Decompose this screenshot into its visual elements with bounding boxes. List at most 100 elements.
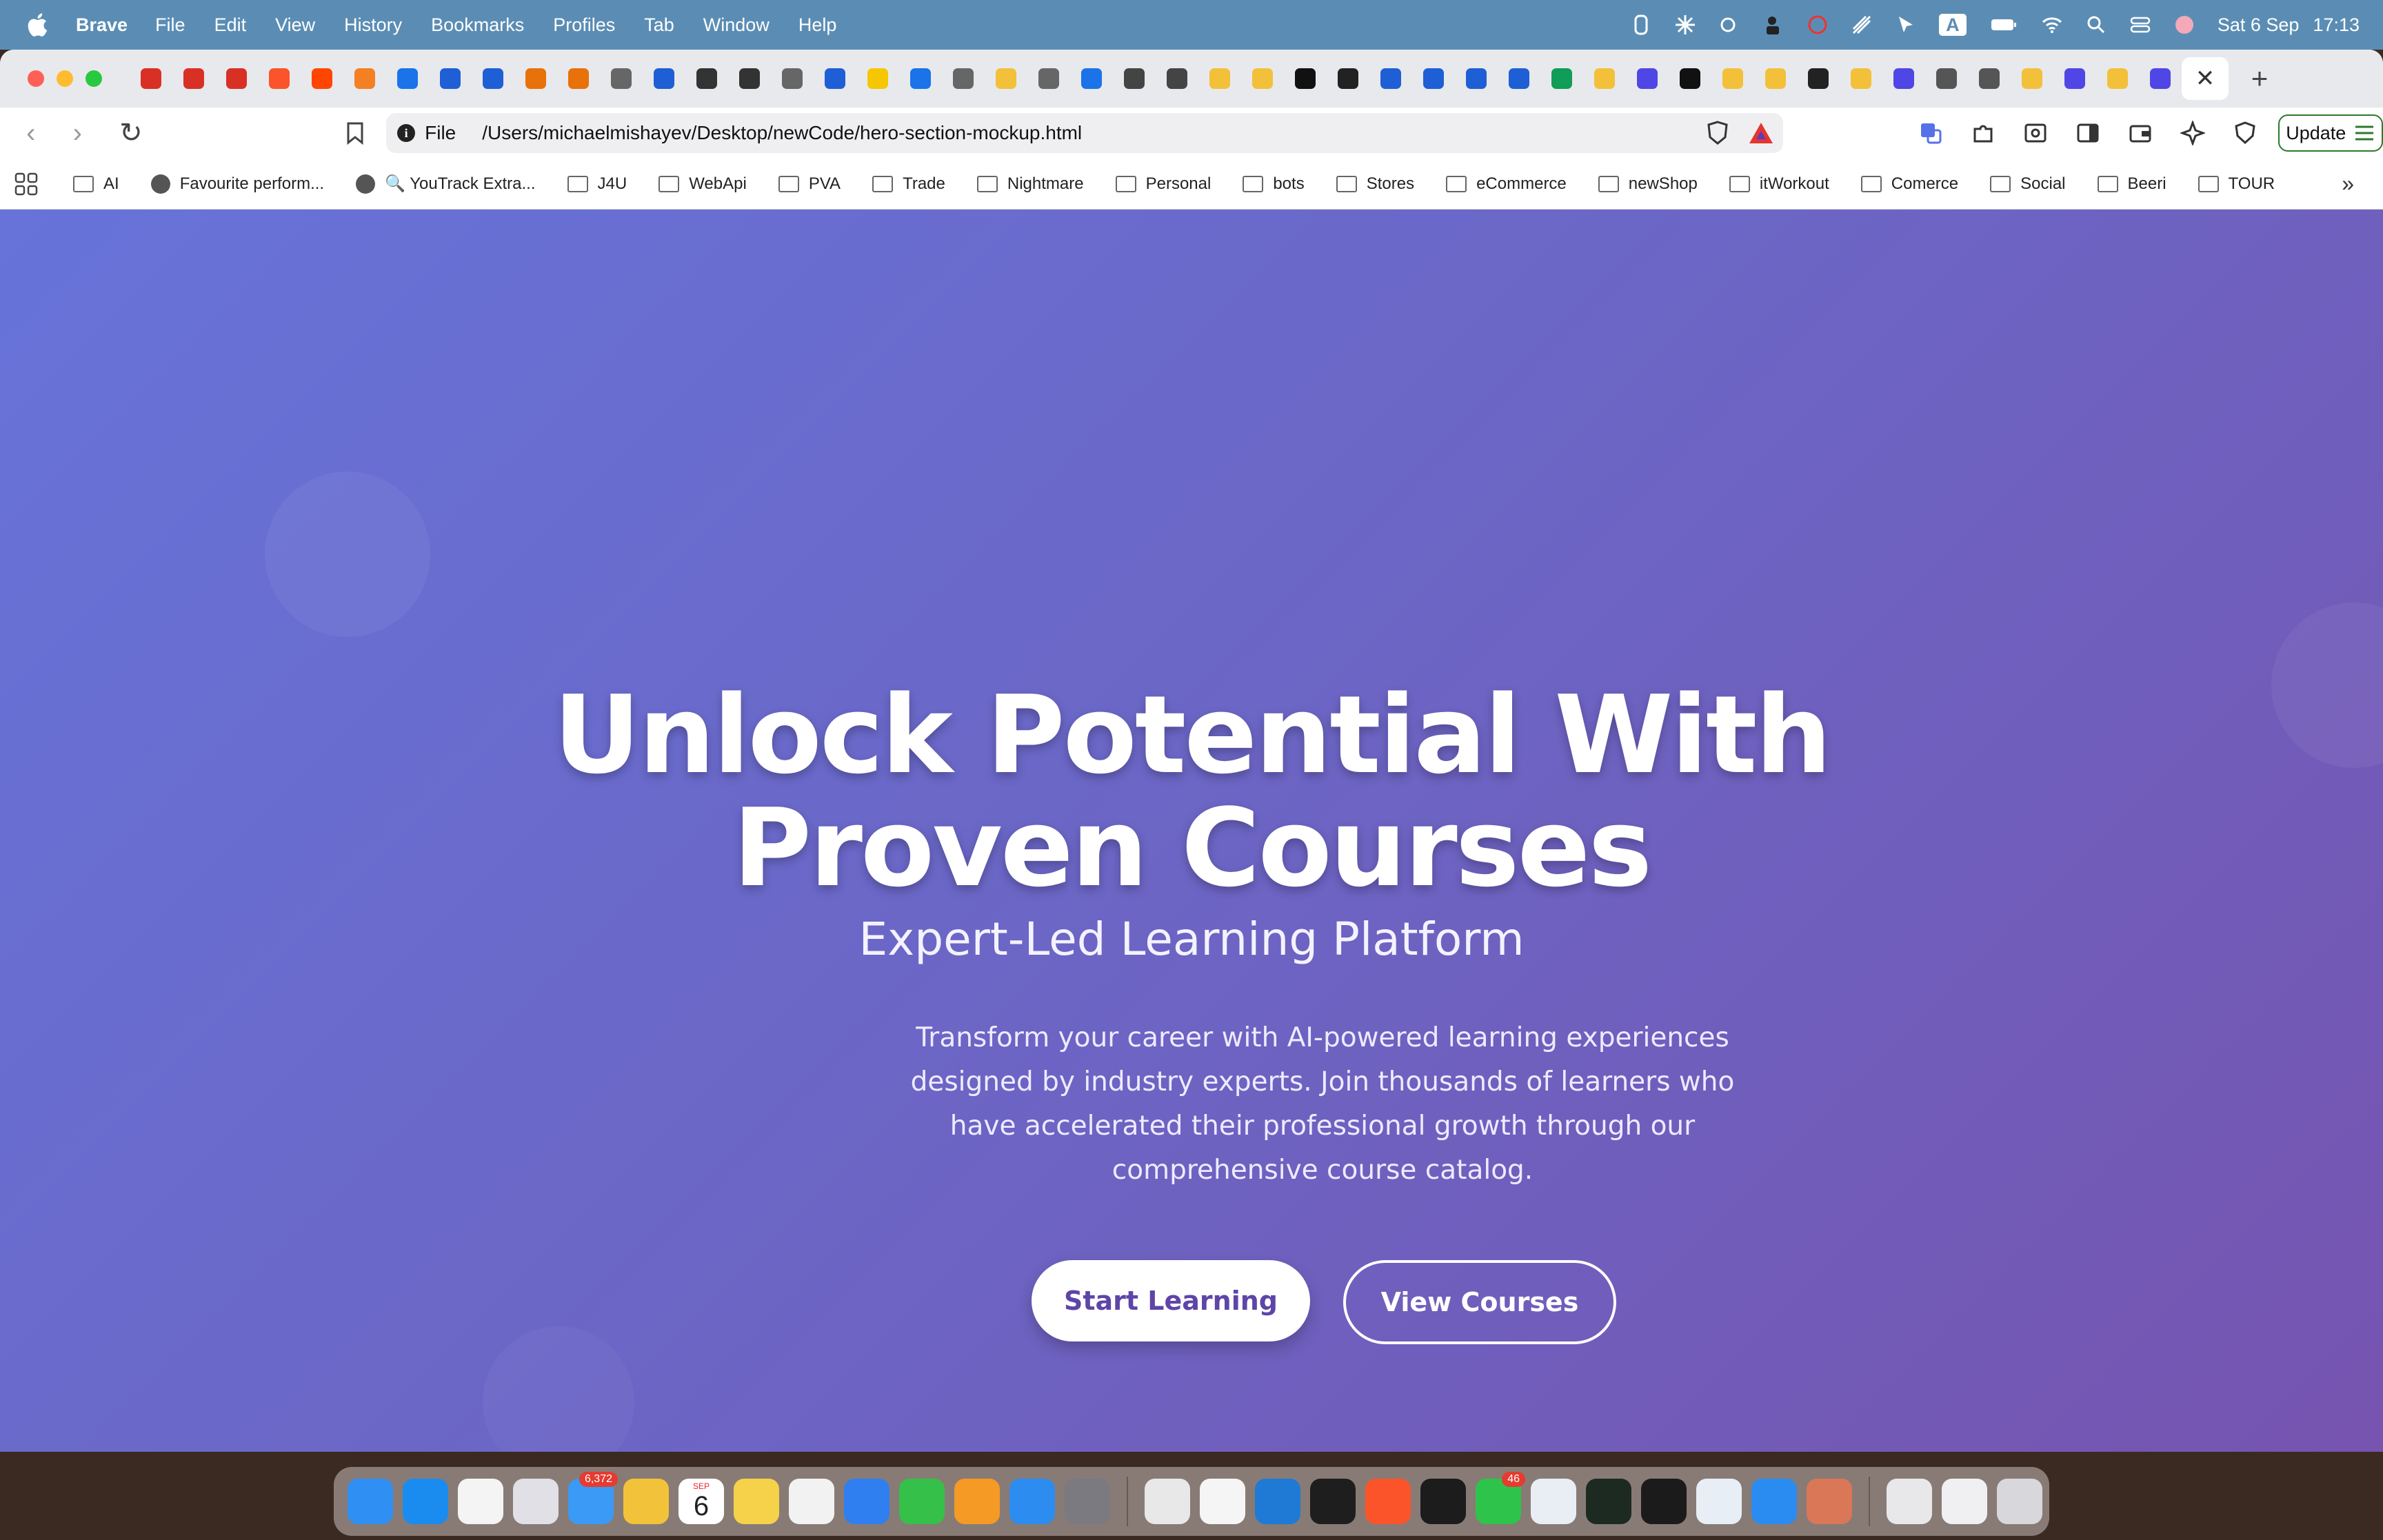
- bookmark-item[interactable]: PVA: [778, 174, 841, 194]
- menu-bookmarks[interactable]: Bookmarks: [431, 14, 524, 36]
- calendar-icon[interactable]: SEP 6: [678, 1479, 724, 1524]
- browser-tab[interactable]: [386, 57, 429, 100]
- menu-history[interactable]: History: [344, 14, 402, 36]
- browser-tab[interactable]: [1198, 57, 1241, 100]
- window-thumbnail-icon[interactable]: [1942, 1479, 1987, 1524]
- menubar-time[interactable]: 17:13: [2313, 14, 2360, 36]
- menu-file[interactable]: File: [155, 14, 185, 36]
- photos-icon[interactable]: [623, 1479, 669, 1524]
- browser-tab[interactable]: [985, 57, 1027, 100]
- browser-tab[interactable]: [1925, 57, 1968, 100]
- browser-tab[interactable]: [899, 57, 942, 100]
- screenshot-icon[interactable]: [2023, 121, 2048, 145]
- bookmark-item[interactable]: 🔍 YouTrack Extra...: [356, 174, 536, 194]
- bookmark-item[interactable]: bots: [1243, 174, 1305, 194]
- browser-tab[interactable]: [2096, 57, 2139, 100]
- menu-help[interactable]: Help: [798, 14, 837, 36]
- weather-status-icon[interactable]: [1718, 14, 1740, 36]
- vpn-shield-icon[interactable]: [2233, 121, 2258, 145]
- browser-tab[interactable]: [942, 57, 985, 100]
- address-bar[interactable]: i File /Users/michaelmishayev/Desktop/ne…: [386, 113, 1783, 153]
- browser-tab[interactable]: [429, 57, 472, 100]
- browser-tab[interactable]: [172, 57, 215, 100]
- window-close-button[interactable]: [28, 70, 44, 87]
- activity-monitor-icon[interactable]: [1586, 1479, 1631, 1524]
- trash-icon[interactable]: [1997, 1479, 2042, 1524]
- browser-tab[interactable]: [258, 57, 301, 100]
- notes-icon[interactable]: [734, 1479, 779, 1524]
- browser-tab[interactable]: [1669, 57, 1711, 100]
- wifi-icon[interactable]: [2041, 14, 2063, 36]
- browser-tab[interactable]: [1027, 57, 1070, 100]
- claude-icon[interactable]: [1807, 1479, 1852, 1524]
- browser-tab[interactable]: [1156, 57, 1198, 100]
- browser-tab[interactable]: [1840, 57, 1882, 100]
- browser-tab[interactable]: [1284, 57, 1327, 100]
- browser-tab[interactable]: [472, 57, 514, 100]
- browser-tab[interactable]: [685, 57, 728, 100]
- numbers-icon[interactable]: [899, 1479, 945, 1524]
- url-text[interactable]: /Users/michaelmishayev/Desktop/newCode/h…: [482, 122, 1082, 144]
- browser-tab[interactable]: [1412, 57, 1455, 100]
- browser-tab[interactable]: [1968, 57, 2011, 100]
- spotlight-search-icon[interactable]: [2085, 14, 2107, 36]
- translate-extension-icon[interactable]: [1918, 121, 1943, 145]
- browser-tab[interactable]: [1882, 57, 1925, 100]
- browser-tab[interactable]: [728, 57, 771, 100]
- postgres-icon[interactable]: [1696, 1479, 1742, 1524]
- menu-window[interactable]: Window: [703, 14, 770, 36]
- vscode-icon[interactable]: [1255, 1479, 1300, 1524]
- browser-tab[interactable]: [1711, 57, 1754, 100]
- menu-profiles[interactable]: Profiles: [553, 14, 615, 36]
- bookmark-item[interactable]: AI: [73, 174, 119, 194]
- browser-tab[interactable]: [1113, 57, 1156, 100]
- view-courses-button[interactable]: View Courses: [1343, 1260, 1616, 1344]
- browser-tab[interactable]: [514, 57, 557, 100]
- docker-icon[interactable]: [1751, 1479, 1797, 1524]
- close-tab-icon[interactable]: ✕: [2195, 65, 2215, 92]
- reload-button[interactable]: ↻: [115, 117, 147, 149]
- browser-tab[interactable]: [1369, 57, 1412, 100]
- battery-icon[interactable]: [1989, 14, 2019, 36]
- browser-tab[interactable]: [1754, 57, 1797, 100]
- browser-tab[interactable]: [2011, 57, 2053, 100]
- sourcetree-icon[interactable]: [1531, 1479, 1576, 1524]
- back-button[interactable]: ‹: [15, 117, 47, 149]
- browser-tab[interactable]: [215, 57, 258, 100]
- app-store-icon[interactable]: [1009, 1479, 1055, 1524]
- user-lock-icon[interactable]: [1762, 14, 1784, 36]
- menu-edit[interactable]: Edit: [214, 14, 247, 36]
- figma-icon[interactable]: [1310, 1479, 1356, 1524]
- browser-tab[interactable]: [2053, 57, 2096, 100]
- bookmark-item[interactable]: Comerce: [1860, 174, 1958, 194]
- browser-tab[interactable]: [814, 57, 856, 100]
- blocked-icon[interactable]: [1807, 14, 1829, 36]
- menu-view[interactable]: View: [275, 14, 315, 36]
- browser-tab[interactable]: [2139, 57, 2182, 100]
- system-settings-icon[interactable]: [1065, 1479, 1110, 1524]
- brave-rewards-icon[interactable]: [1747, 120, 1775, 146]
- input-source-icon[interactable]: A: [1938, 14, 1967, 36]
- figma-status-icon[interactable]: [1630, 14, 1652, 36]
- site-info-icon[interactable]: i: [397, 124, 416, 142]
- forward-button[interactable]: ›: [62, 117, 94, 149]
- bookmark-item[interactable]: Beeri: [2097, 174, 2166, 194]
- bookmark-item[interactable]: newShop: [1598, 174, 1698, 194]
- bookmark-item[interactable]: Personal: [1115, 174, 1211, 194]
- whatsapp-icon[interactable]: 46: [1476, 1472, 1525, 1524]
- window-zoom-button[interactable]: [86, 70, 102, 87]
- browser-tab[interactable]: [557, 57, 600, 100]
- textedit-icon[interactable]: [1200, 1479, 1245, 1524]
- wallet-icon[interactable]: [2128, 121, 2153, 145]
- browser-tab[interactable]: [1070, 57, 1113, 100]
- cursor-icon[interactable]: [1895, 14, 1917, 36]
- brave-shields-icon[interactable]: [1705, 120, 1731, 146]
- launchpad-icon[interactable]: [513, 1479, 559, 1524]
- bookmark-item[interactable]: J4U: [567, 174, 627, 194]
- bookmark-item[interactable]: Social: [1990, 174, 2066, 194]
- control-center-icon[interactable]: [2129, 14, 2151, 36]
- bookmark-item[interactable]: Nightmare: [976, 174, 1084, 194]
- update-button[interactable]: Update: [2278, 114, 2383, 152]
- bookmark-item[interactable]: TOUR: [2198, 174, 2275, 194]
- bookmarks-overflow-button[interactable]: »: [2342, 171, 2354, 196]
